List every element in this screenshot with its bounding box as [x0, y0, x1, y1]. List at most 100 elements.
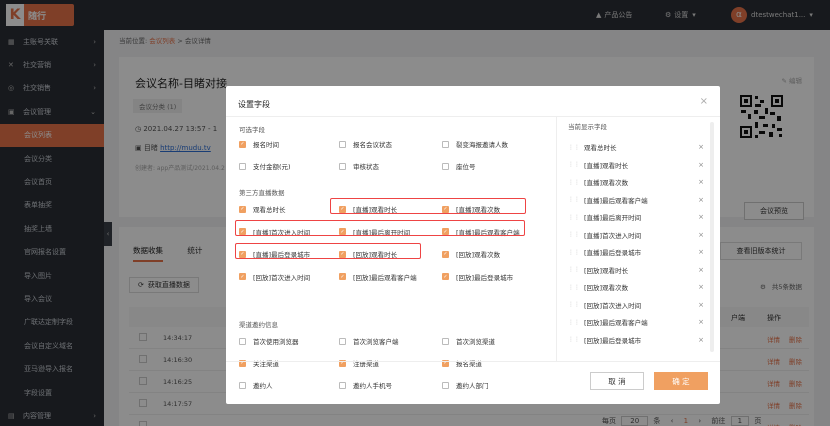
field-option[interactable]: 座位号	[442, 161, 476, 171]
field-option-label: [回放]观看次数	[456, 251, 501, 259]
checkbox-checked-icon[interactable]: ✓	[239, 140, 246, 148]
divider	[226, 116, 720, 117]
field-option-label: 邀约人手机号	[353, 382, 392, 390]
selected-field-label: [直播]最后离开时间	[584, 214, 642, 222]
selected-field-label: [回放]观看时长	[584, 266, 629, 275]
field-option[interactable]: 邀约人	[239, 380, 273, 390]
checkbox-icon[interactable]	[442, 337, 449, 345]
drag-handle-icon[interactable]: ⋮⋮	[568, 179, 580, 186]
field-option-label: 邀约人	[253, 382, 273, 390]
drag-handle-icon[interactable]: ⋮⋮	[568, 196, 580, 203]
field-option-label: 裂变海报邀请人数	[456, 141, 508, 149]
field-option-label: 支付金额(元)	[253, 163, 291, 171]
remove-icon[interactable]: ×	[698, 283, 704, 291]
remove-icon[interactable]: ×	[698, 318, 704, 326]
field-option[interactable]: 邀约人手机号	[339, 380, 392, 390]
field-option-label: [回放]首次进入时间	[253, 273, 311, 282]
drag-handle-icon[interactable]: ⋮⋮	[568, 284, 580, 291]
selected-field-item[interactable]: ⋮⋮ [回放]首次进入时间 ×	[568, 298, 708, 312]
cancel-button[interactable]: 取 消	[590, 372, 644, 390]
selected-field-item[interactable]: ⋮⋮ [直播]首次进入时间 ×	[568, 228, 708, 242]
selected-field-item[interactable]: ⋮⋮ [直播]最后离开时间 ×	[568, 210, 708, 224]
field-option[interactable]: 审核状态	[339, 161, 379, 171]
selected-field-item[interactable]: ⋮⋮ [直播]观看次数 ×	[568, 175, 708, 189]
divider	[556, 116, 557, 361]
field-option[interactable]: 报名会议状态	[339, 139, 392, 149]
remove-icon[interactable]: ×	[698, 196, 704, 204]
checkbox-icon[interactable]	[339, 337, 346, 345]
selected-field-item[interactable]: ⋮⋮ [直播]最后观看客户端 ×	[568, 193, 708, 207]
field-option[interactable]: ✓ 关注渠道	[239, 358, 279, 368]
remove-icon[interactable]: ×	[698, 213, 704, 221]
checkbox-checked-icon[interactable]: ✓	[339, 273, 346, 280]
selected-field-item[interactable]: ⋮⋮ 观看总时长 ×	[568, 140, 708, 154]
field-option[interactable]: ✓ 观看总时长	[239, 204, 286, 214]
field-option[interactable]: 支付金额(元)	[239, 161, 291, 171]
checkbox-checked-icon[interactable]: ✓	[442, 273, 449, 280]
confirm-button[interactable]: 确 定	[654, 372, 708, 390]
drag-handle-icon[interactable]: ⋮⋮	[568, 249, 580, 256]
field-option[interactable]: ✓ 注册渠道	[339, 358, 379, 368]
field-option[interactable]: ✓ 报名时间	[239, 139, 279, 149]
field-option[interactable]: ✓ [回放]观看次数	[442, 249, 500, 259]
checkbox-icon[interactable]	[442, 381, 449, 389]
selected-list-scrollbar[interactable]	[710, 122, 714, 352]
field-option-label: 首次浏览渠道	[456, 338, 495, 346]
checkbox-checked-icon[interactable]: ✓	[239, 205, 246, 213]
field-option[interactable]: ✓ [回放]最后观看客户端	[339, 272, 417, 282]
remove-icon[interactable]: ×	[698, 231, 704, 239]
checkbox-icon[interactable]	[339, 162, 346, 170]
field-option[interactable]: 首次使用浏览器	[239, 336, 299, 346]
field-option-label: 关注渠道	[253, 360, 279, 368]
field-option-label: 报名时间	[253, 141, 279, 149]
checkbox-icon[interactable]	[339, 140, 346, 148]
selected-field-item[interactable]: ⋮⋮ [回放]观看次数 ×	[568, 280, 708, 294]
field-settings-dialog: 设置字段 × 可选字段 第三方直播数据 渠道邀约信息 ✓ 报名时间 报名会议状态 裂变…	[226, 86, 720, 404]
checkbox-icon[interactable]	[239, 337, 246, 345]
drag-handle-icon[interactable]: ⋮⋮	[568, 161, 580, 168]
remove-icon[interactable]: ×	[698, 336, 704, 344]
field-option-label: 注册渠道	[353, 360, 379, 368]
field-option[interactable]: 首次浏览客户端	[339, 336, 399, 346]
selected-field-label: [直播]最后观看客户端	[584, 196, 648, 205]
remove-icon[interactable]: ×	[698, 161, 704, 169]
selected-field-item[interactable]: ⋮⋮ [直播]观看时长 ×	[568, 158, 708, 172]
drag-handle-icon[interactable]: ⋮⋮	[568, 266, 580, 273]
remove-icon[interactable]: ×	[698, 248, 704, 256]
checkbox-icon[interactable]	[239, 381, 246, 389]
remove-icon[interactable]: ×	[698, 266, 704, 274]
field-option[interactable]: 邀约人部门	[442, 380, 489, 390]
highlight-box	[235, 243, 421, 259]
drag-handle-icon[interactable]: ⋮⋮	[568, 214, 580, 221]
field-option[interactable]: 首次浏览渠道	[442, 336, 495, 346]
drag-handle-icon[interactable]: ⋮⋮	[568, 231, 580, 238]
selected-field-item[interactable]: ⋮⋮ [回放]最后登录城市 ×	[568, 333, 708, 347]
selected-field-item[interactable]: ⋮⋮ [回放]观看时长 ×	[568, 263, 708, 277]
checkbox-checked-icon[interactable]: ✓	[442, 250, 449, 258]
drag-handle-icon[interactable]: ⋮⋮	[568, 319, 580, 326]
selected-field-item[interactable]: ⋮⋮ [直播]最后登录城市 ×	[568, 245, 708, 259]
selected-fields-title: 当前显示字段	[568, 123, 607, 131]
field-option[interactable]: ✓ [回放]最后登录城市	[442, 272, 513, 282]
remove-icon[interactable]: ×	[698, 178, 704, 186]
remove-icon[interactable]: ×	[698, 143, 704, 151]
selected-field-label: [直播]最后登录城市	[584, 249, 642, 257]
checkbox-checked-icon[interactable]: ✓	[239, 273, 246, 280]
field-option[interactable]: 裂变海报邀请人数	[442, 139, 508, 149]
checkbox-icon[interactable]	[239, 162, 246, 170]
remove-icon[interactable]: ×	[698, 301, 704, 309]
field-option[interactable]: ✓ 报名渠道	[442, 358, 482, 368]
close-icon[interactable]: ×	[700, 96, 708, 107]
field-option[interactable]: ✓ [回放]首次进入时间	[239, 272, 310, 282]
selected-field-label: [直播]观看时长	[584, 161, 629, 170]
checkbox-icon[interactable]	[442, 140, 449, 148]
drag-handle-icon[interactable]: ⋮⋮	[568, 336, 580, 343]
drag-handle-icon[interactable]: ⋮⋮	[568, 144, 580, 151]
field-option-label: [回放]最后登录城市	[456, 273, 514, 282]
field-option-label: 首次浏览客户端	[353, 338, 399, 346]
drag-handle-icon[interactable]: ⋮⋮	[568, 301, 580, 308]
field-option-label: 邀约人部门	[456, 382, 489, 390]
selected-field-item[interactable]: ⋮⋮ [回放]最后观看客户端 ×	[568, 315, 708, 329]
checkbox-icon[interactable]	[442, 162, 449, 170]
checkbox-icon[interactable]	[339, 381, 346, 389]
